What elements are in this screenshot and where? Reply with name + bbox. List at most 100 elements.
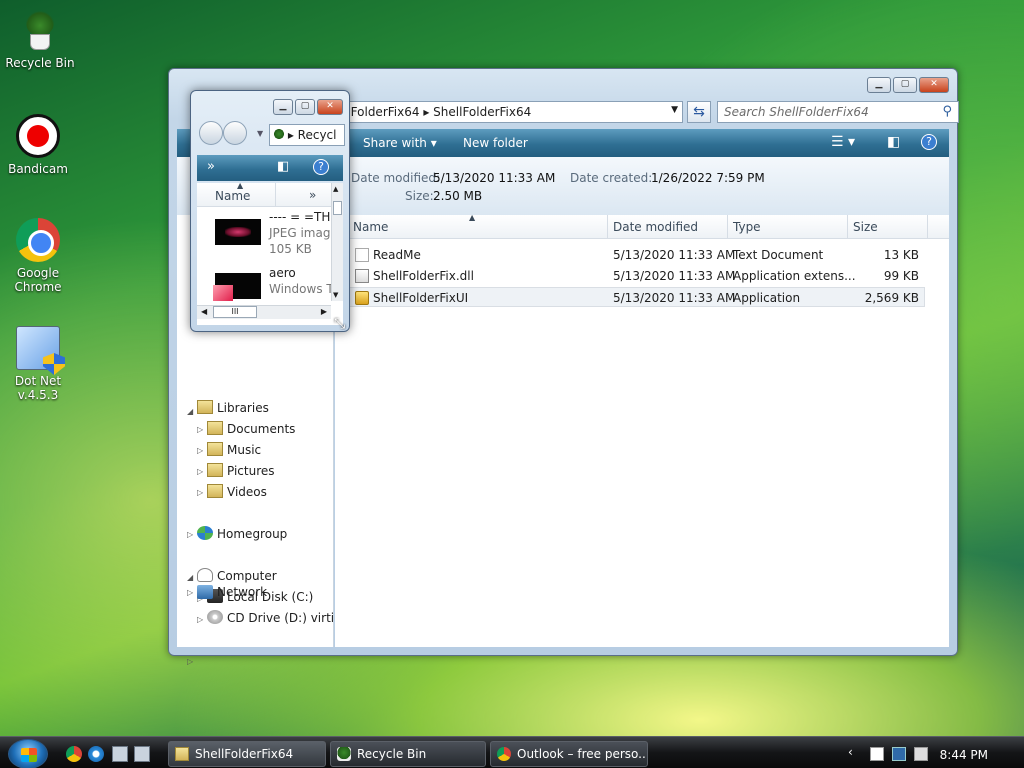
- file-type: Application: [733, 291, 801, 305]
- column-header-size[interactable]: Size: [853, 220, 878, 234]
- clock[interactable]: 8:44 PM: [940, 748, 988, 762]
- list-item[interactable]: ---- = =TH JPEG image 105 KB: [269, 209, 338, 257]
- minimize-button[interactable]: ▁: [273, 99, 293, 115]
- column-header-name[interactable]: Name: [215, 189, 250, 203]
- more-columns-button[interactable]: »: [309, 188, 316, 202]
- preview-pane-icon[interactable]: ◧: [277, 159, 289, 174]
- system-tray: ‹ 8:44 PM: [838, 739, 1024, 768]
- show-desktop-icon[interactable]: [112, 746, 128, 762]
- address-bar[interactable]: llFolderFix64 ▸ ShellFolderFix64 ▼: [337, 101, 683, 123]
- horizontal-scrollbar[interactable]: ◀ III ▶: [197, 305, 331, 319]
- chevron-down-icon[interactable]: ▼: [257, 129, 263, 138]
- nav-item-homegroup[interactable]: Homegroup: [217, 527, 287, 541]
- chrome-icon[interactable]: [66, 746, 82, 762]
- nav-item-network[interactable]: Network: [217, 585, 267, 599]
- file-row-selected[interactable]: ShellFolderFixUI 5/13/2020 11:33 AM Appl…: [349, 287, 925, 307]
- file-name: ShellFolderFixUI: [373, 291, 469, 305]
- file-type: Application extens...: [733, 269, 856, 283]
- breadcrumb-separator-icon: ▸: [423, 105, 434, 119]
- taskbar-button-shellfolderfix64[interactable]: ShellFolderFix64: [168, 741, 326, 767]
- expand-arrow-icon[interactable]: ▷: [197, 615, 203, 624]
- scroll-down-icon[interactable]: ▼: [333, 291, 338, 299]
- share-with-button[interactable]: Share with ▾: [363, 136, 437, 150]
- expand-arrow-icon[interactable]: ▷: [187, 530, 193, 539]
- refresh-button[interactable]: ⇆: [687, 101, 711, 123]
- chevron-down-icon[interactable]: ▼: [671, 105, 678, 115]
- network-status-icon[interactable]: [892, 747, 906, 761]
- desktop-icon-google-chrome[interactable]: Google Chrome: [0, 218, 76, 294]
- taskbar-button-recycle-bin[interactable]: Recycle Bin: [330, 741, 486, 767]
- search-input[interactable]: Search ShellFolderFix64 ⚲: [717, 101, 959, 123]
- back-button[interactable]: [199, 121, 223, 145]
- file-row[interactable]: ShellFolderFix.dll 5/13/2020 11:33 AM Ap…: [349, 266, 925, 286]
- expand-arrow-icon[interactable]: ▷: [197, 488, 203, 497]
- scroll-right-icon[interactable]: ▶: [321, 307, 327, 316]
- breadcrumb-segment[interactable]: llFolderFix64: [344, 105, 420, 119]
- nav-item-music[interactable]: Music: [227, 443, 261, 457]
- close-button[interactable]: ✕: [919, 77, 949, 93]
- desktop-icon-bandicam[interactable]: Bandicam: [0, 114, 76, 176]
- pictures-icon: [207, 463, 223, 477]
- more-commands-button[interactable]: »: [207, 159, 215, 174]
- nav-item-computer[interactable]: Computer: [217, 569, 277, 583]
- date-created-label: Date created:: [570, 171, 653, 185]
- maximize-button[interactable]: ▢: [893, 77, 917, 93]
- view-options-icon[interactable]: ☰ ▾: [831, 134, 855, 150]
- scroll-up-icon[interactable]: ▲: [333, 185, 338, 193]
- flag-error-icon[interactable]: [870, 747, 884, 761]
- nav-item-documents[interactable]: Documents: [227, 422, 295, 436]
- scroll-left-icon[interactable]: ◀: [201, 307, 207, 316]
- taskbar-button-outlook[interactable]: Outlook – free perso...: [490, 741, 648, 767]
- maximize-button[interactable]: ▢: [295, 99, 315, 115]
- address-bar[interactable]: ▸ Recycl: [269, 124, 345, 146]
- internet-explorer-icon[interactable]: [88, 746, 104, 762]
- chevron-left-icon[interactable]: ‹: [848, 745, 862, 759]
- nav-item-videos[interactable]: Videos: [227, 485, 267, 499]
- start-button[interactable]: [8, 739, 48, 768]
- expand-arrow-icon[interactable]: ◢: [187, 407, 193, 416]
- column-header-type[interactable]: Type: [733, 220, 761, 234]
- scroll-thumb[interactable]: III: [213, 306, 257, 318]
- list-item[interactable]: aero Windows T: [269, 265, 334, 297]
- image-thumbnail[interactable]: [213, 273, 261, 301]
- minimize-button[interactable]: ▁: [867, 77, 891, 93]
- expand-arrow-icon[interactable]: ◢: [187, 573, 193, 582]
- nav-item-cd-drive[interactable]: CD Drive (D:) virtio-w: [227, 611, 333, 625]
- vertical-scrollbar[interactable]: ▲ ▼: [331, 183, 343, 301]
- recycle-bin-icon: [18, 8, 62, 52]
- desktop-icon-dot-net[interactable]: Dot Net v.4.5.3: [0, 326, 76, 402]
- search-icon[interactable]: ⚲: [942, 104, 952, 119]
- nav-item-pictures[interactable]: Pictures: [227, 464, 275, 478]
- breadcrumb-segment[interactable]: ShellFolderFix64: [433, 105, 531, 119]
- desktop-icon-recycle-bin[interactable]: Recycle Bin: [2, 8, 78, 70]
- help-icon[interactable]: ?: [313, 159, 329, 175]
- preview-pane-icon[interactable]: ◧: [887, 134, 900, 150]
- expand-arrow-icon[interactable]: ▷: [197, 467, 203, 476]
- image-thumbnail[interactable]: [215, 219, 261, 245]
- expand-arrow-icon[interactable]: ▷: [187, 657, 193, 666]
- expand-arrow-icon[interactable]: ▷: [187, 588, 193, 597]
- file-name: ReadMe: [373, 248, 421, 262]
- new-folder-button[interactable]: New folder: [463, 136, 528, 150]
- sort-arrow-icon: ▲: [237, 183, 244, 190]
- expand-arrow-icon[interactable]: ▷: [197, 446, 203, 455]
- column-header-name[interactable]: Name: [353, 220, 388, 234]
- desktop-icon-label: Bandicam: [8, 162, 68, 176]
- file-size: 13 KB: [883, 248, 919, 262]
- column-header-date[interactable]: Date modified: [613, 220, 698, 234]
- breadcrumb-segment[interactable]: Recycl: [298, 128, 337, 142]
- scroll-thumb[interactable]: [333, 201, 342, 215]
- switch-windows-icon[interactable]: [134, 746, 150, 762]
- music-icon: [207, 442, 223, 456]
- file-row[interactable]: ReadMe 5/13/2020 11:33 AM Text Document …: [349, 245, 925, 265]
- recycle-bin-window: ▁ ▢ ✕ ▼ ▸ Recycl » ◧ ? Name ▲ » ---- = =…: [190, 90, 350, 332]
- forward-button[interactable]: [223, 121, 247, 145]
- help-icon[interactable]: ?: [921, 134, 937, 150]
- volume-muted-icon[interactable]: [914, 747, 928, 761]
- close-button[interactable]: ✕: [317, 99, 343, 115]
- nav-item-libraries[interactable]: Libraries: [217, 401, 269, 415]
- expand-arrow-icon[interactable]: ▷: [197, 425, 203, 434]
- installer-icon: [16, 326, 60, 370]
- file-size: 2,569 KB: [864, 291, 919, 305]
- chrome-icon: [497, 747, 511, 761]
